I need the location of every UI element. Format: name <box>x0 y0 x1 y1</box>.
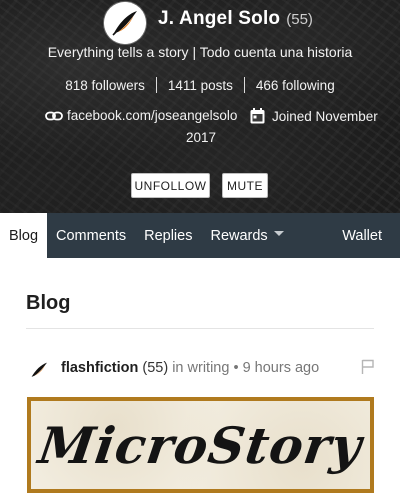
profile-avatar[interactable] <box>104 2 146 44</box>
posts-count: 1411 posts <box>167 77 233 93</box>
unfollow-button[interactable]: UNFOLLOW <box>131 173 210 198</box>
post-author-avatar[interactable] <box>27 358 51 382</box>
section-divider <box>26 328 374 329</box>
link-icon <box>45 111 63 120</box>
tab-replies[interactable]: Replies <box>135 213 201 258</box>
post-category-link[interactable]: writing <box>188 360 230 376</box>
joined-text-line2: 2017 <box>186 130 217 145</box>
post-author-link[interactable]: flashfiction <box>61 360 138 376</box>
website-link-text: facebook.com/joseangelsolo <box>67 108 238 123</box>
post-author-reputation: (55) <box>142 360 169 376</box>
calendar-icon <box>250 108 265 124</box>
post-thumbnail-text: MicroStory <box>35 415 366 475</box>
section-title: Blog <box>26 292 71 314</box>
following-count[interactable]: 466 following <box>245 78 346 93</box>
post-timestamp[interactable]: 9 hours ago <box>243 360 320 376</box>
followers-count[interactable]: 818 followers <box>54 78 156 93</box>
quill-logo-icon <box>27 358 51 382</box>
profile-reputation: (55) <box>286 11 313 28</box>
profile-stats: 818 followers 1411 posts 466 following <box>0 76 400 94</box>
tab-rewards[interactable]: Rewards <box>201 213 292 258</box>
tab-comments[interactable]: Comments <box>47 213 135 258</box>
quill-logo-icon <box>104 2 146 44</box>
meta-separator: • <box>233 360 239 376</box>
website-link[interactable]: facebook.com/joseangelsolo <box>45 108 237 123</box>
joined-date: Joined November <box>250 108 378 124</box>
tab-blog[interactable]: Blog <box>0 213 47 258</box>
profile-about: Everything tells a story | Todo cuenta u… <box>47 44 353 60</box>
chevron-down-icon <box>273 231 284 236</box>
mute-button[interactable]: MUTE <box>222 173 268 198</box>
post-header: flashfiction (55) in writing • 9 hours a… <box>27 357 377 385</box>
profile-name-row: J. Angel Solo (55) <box>158 8 313 34</box>
post-thumbnail[interactable]: MicroStory <box>27 397 374 493</box>
joined-text-line1: Joined November <box>272 108 378 124</box>
flag-icon[interactable] <box>361 359 375 375</box>
profile-name: J. Angel Solo <box>158 8 281 29</box>
post-meta: flashfiction (55) in writing • 9 hours a… <box>61 360 319 376</box>
profile-links: facebook.com/joseangelsolo Joined Novemb… <box>0 106 400 150</box>
post-category-prefix: in <box>172 360 184 376</box>
profile-tabs: Blog Comments Replies Rewards Wallet <box>0 213 400 258</box>
tab-rewards-label: Rewards <box>210 227 268 244</box>
profile-header: J. Angel Solo (55) Everything tells a st… <box>0 0 400 213</box>
tab-wallet[interactable]: Wallet <box>333 213 400 258</box>
